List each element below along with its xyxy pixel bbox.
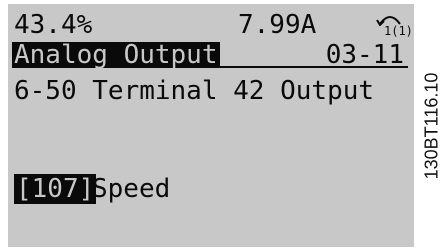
status-percent-readout: 43.4% [14, 10, 93, 40]
setup-indicator: 1(1) [372, 10, 413, 40]
value-text: Speed [92, 174, 171, 204]
parameter-group-id: 03-11 [325, 40, 404, 70]
status-current-readout: 7.99A [238, 10, 317, 40]
menu-title-line: Analog Output 03-11 [8, 40, 414, 70]
status-line: 43.4% 7.99A 1(1) [8, 10, 414, 40]
parameter-group-title: Analog Output [12, 40, 220, 70]
active-setup-number: 1(1) [384, 24, 413, 38]
lcp-display: 43.4% 7.99A 1(1) Analog Output 03-11 6-5… [8, 4, 414, 247]
figure-code: 130BT116.10 [420, 0, 444, 251]
parameter-name: 6-50 Terminal 42 Output [14, 76, 375, 106]
value-index[interactable]: [107] [14, 174, 97, 204]
figure-code-label: 130BT116.10 [421, 72, 442, 179]
